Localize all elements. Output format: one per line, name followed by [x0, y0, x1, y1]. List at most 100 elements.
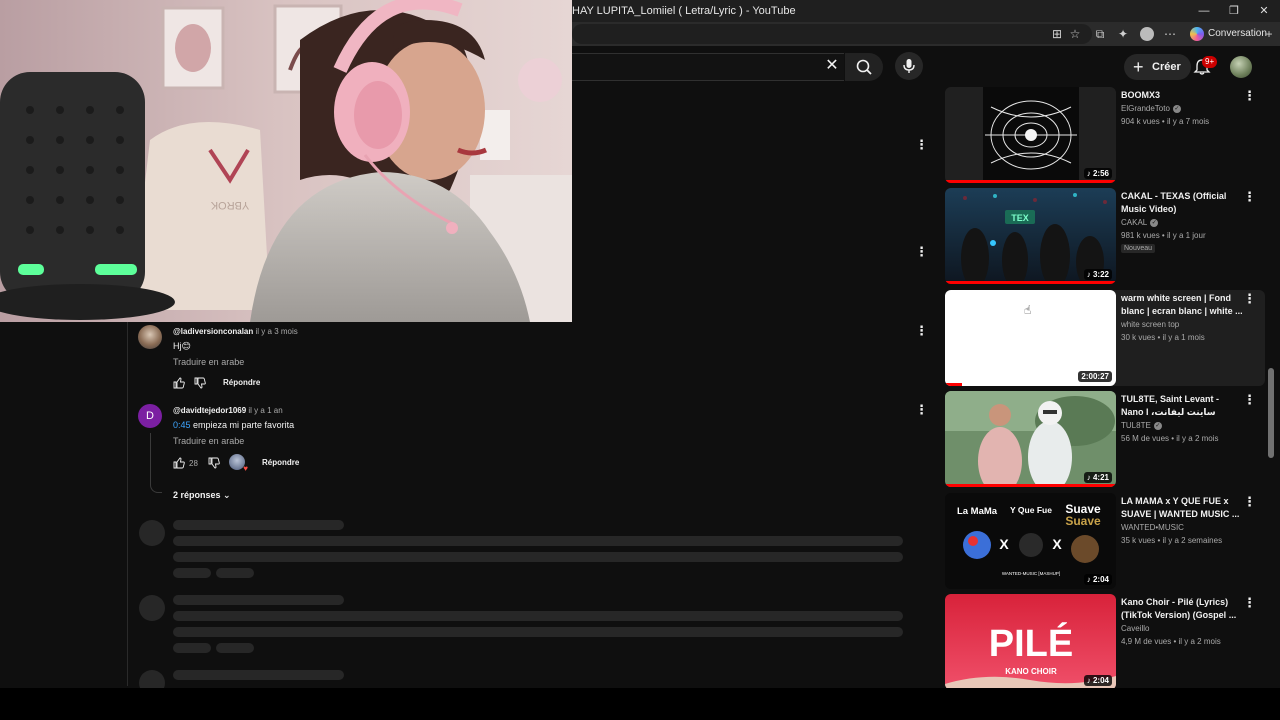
channel-name[interactable]: white screen top: [1121, 320, 1179, 329]
translate-link[interactable]: Traduire en arabe: [173, 436, 244, 446]
translate-link[interactable]: Traduire en arabe: [173, 357, 244, 367]
recommended-video[interactable]: TEX ♪ 3:22 CAKAL - TEXAS (Official Music…: [945, 188, 1265, 284]
address-bar[interactable]: [572, 24, 1092, 44]
reply-button[interactable]: Répondre: [223, 378, 260, 387]
channel-label[interactable]: TUL8TE: [1121, 421, 1151, 430]
video-title[interactable]: BOOMX3: [1121, 89, 1243, 102]
channel-name[interactable]: TUL8TE ✓: [1121, 421, 1162, 430]
comment-avatar[interactable]: D: [138, 404, 162, 428]
thumbs-up-icon[interactable]: [173, 457, 185, 469]
video-thumbnail[interactable]: TEX ♪ 3:22: [945, 188, 1116, 284]
video-thumbnail[interactable]: ♪ 4:21: [945, 391, 1116, 487]
replies-count-label: 2 réponses: [173, 490, 221, 500]
comment-time[interactable]: il y a 1 an: [248, 406, 282, 415]
recommended-video[interactable]: ♪ 2:56 BOOMX3 ElGrandeToto ✓ 904 k vues •…: [945, 87, 1265, 183]
thumbs-up-icon[interactable]: [173, 377, 185, 389]
comment-options-icon[interactable]: ⋮: [915, 138, 928, 152]
comment-options-icon[interactable]: ⋮: [915, 324, 928, 338]
verified-check-icon: ✓: [1150, 218, 1159, 227]
webcam-overlay: YBROK: [0, 0, 572, 322]
comment-handle[interactable]: @ladiversionconalan: [173, 327, 253, 336]
browser-profile-icon[interactable]: [1140, 27, 1154, 41]
comment-options-icon[interactable]: ⋮: [915, 403, 928, 417]
search-input[interactable]: [572, 53, 844, 81]
conversation-label: Conversation: [1208, 28, 1267, 39]
close-window-icon[interactable]: ✕: [1256, 3, 1272, 19]
recommended-video[interactable]: ♪ 4:21 TUL8TE, Saint Levant - Nano I ساي…: [945, 391, 1265, 487]
video-thumbnail[interactable]: 2:00:27 ☝: [945, 290, 1116, 386]
recommended-video[interactable]: 2:00:27 ☝ warm white screen | Fond blanc…: [945, 290, 1265, 386]
search-button[interactable]: [845, 53, 883, 81]
comment-timestamp-link[interactable]: 0:45: [173, 420, 191, 430]
video-title[interactable]: Kano Choir - Pilé (Lyrics) (TikTok Versi…: [1121, 596, 1243, 622]
extensions-icon[interactable]: ⧉: [1093, 27, 1107, 41]
thumbs-down-icon[interactable]: [208, 457, 220, 469]
skeleton-line: [216, 643, 254, 653]
page-scrollbar[interactable]: [1268, 368, 1274, 458]
search-icon: [856, 59, 872, 75]
replies-thread-line: [150, 433, 162, 493]
create-button[interactable]: + Créer: [1124, 54, 1191, 80]
chevron-down-icon: ⌄: [223, 490, 231, 500]
show-replies-button[interactable]: 2 réponses ⌄: [173, 490, 231, 501]
video-options-icon[interactable]: ⋮: [1243, 495, 1256, 509]
notification-count-badge: 9+: [1202, 56, 1218, 68]
video-meta: 56 M de vues • il y a 2 mois: [1121, 434, 1219, 443]
voice-search-button[interactable]: [895, 52, 923, 80]
comment-author[interactable]: @davidtejedor1069 il y a 1 an: [173, 406, 283, 415]
creator-heart-avatar: ♥: [229, 454, 248, 473]
comment-handle[interactable]: @davidtejedor1069: [173, 406, 246, 415]
app-available-icon[interactable]: ⊞: [1050, 27, 1064, 41]
plus-icon: +: [1133, 57, 1144, 77]
video-thumbnail[interactable]: La MaMa Y Que Fue Suave Suave X X WANTED…: [945, 493, 1116, 589]
channel-name[interactable]: ElGrandeToto ✓: [1121, 104, 1181, 113]
video-title[interactable]: CAKAL - TEXAS (Official Music Video): [1121, 190, 1243, 216]
video-thumbnail[interactable]: ♪ 2:56: [945, 87, 1116, 183]
comment-time[interactable]: il y a 3 mois: [256, 327, 298, 336]
recommended-video[interactable]: PILÉ KANO CHOIR ♪ 2:04 Kano Choir - Pilé…: [945, 594, 1265, 688]
video-options-icon[interactable]: ⋮: [1243, 89, 1256, 103]
thumbnail-art: PILÉ KANO CHOIR: [945, 594, 1116, 688]
comment-options-icon[interactable]: ⋮: [915, 245, 928, 259]
video-options-icon[interactable]: ⋮: [1243, 190, 1256, 204]
restore-icon[interactable]: ❐: [1226, 3, 1242, 19]
sidebar-expand-icon[interactable]: +: [1262, 27, 1276, 41]
watch-progress-bar: [945, 383, 963, 386]
video-title[interactable]: LA MAMA x Y QUE FUE x SUAVE | WANTED MUS…: [1121, 495, 1243, 521]
video-title[interactable]: warm white screen | Fond blanc | ecran b…: [1121, 292, 1243, 318]
collections-icon[interactable]: ✦: [1116, 27, 1130, 41]
thumb-label-right-gold: Suave: [1065, 514, 1101, 528]
comment-author[interactable]: @ladiversionconalan il y a 3 mois: [173, 327, 298, 336]
channel-label[interactable]: ElGrandeToto: [1121, 104, 1170, 113]
video-options-icon[interactable]: ⋮: [1243, 393, 1256, 407]
reply-button[interactable]: Répondre: [262, 458, 299, 467]
video-thumbnail[interactable]: PILÉ KANO CHOIR ♪ 2:04: [945, 594, 1116, 688]
favorite-star-icon[interactable]: ☆: [1068, 27, 1082, 41]
recommended-video[interactable]: La MaMa Y Que Fue Suave Suave X X WANTED…: [945, 493, 1265, 589]
video-duration: 2:00:27: [1078, 371, 1112, 382]
channel-name[interactable]: WANTED•MUSIC: [1121, 523, 1184, 532]
clear-search-icon[interactable]: ✕: [823, 57, 841, 75]
comment-avatar[interactable]: [138, 325, 162, 349]
video-meta: 35 k vues • il y a 2 semaines: [1121, 536, 1223, 545]
thumb-x-left: X: [999, 536, 1009, 552]
skeleton-line: [173, 595, 344, 605]
video-options-icon[interactable]: ⋮: [1243, 292, 1256, 306]
skeleton-line: [173, 536, 903, 546]
channel-label[interactable]: CAKAL: [1121, 218, 1147, 227]
thumb-subtitle: KANO CHOIR: [1005, 667, 1057, 676]
video-title[interactable]: TUL8TE, Saint Levant - Nano I ساينت ليفا…: [1121, 393, 1243, 419]
comment-body: empieza mi parte favorita: [190, 420, 295, 430]
chair-logo-text: YBROK: [210, 199, 249, 211]
channel-name[interactable]: Caveillo: [1121, 624, 1149, 633]
video-duration: ♪ 2:56: [1083, 168, 1112, 179]
neon-sign-text: TEX: [1011, 213, 1029, 223]
minimize-icon[interactable]: —: [1196, 3, 1212, 19]
skeleton-line: [173, 520, 344, 530]
video-options-icon[interactable]: ⋮: [1243, 596, 1256, 610]
account-avatar[interactable]: [1230, 56, 1252, 78]
thumbs-down-icon[interactable]: [194, 377, 206, 389]
copilot-icon: [1190, 27, 1204, 41]
more-menu-icon[interactable]: ⋯: [1163, 27, 1177, 41]
channel-name[interactable]: CAKAL ✓: [1121, 218, 1159, 227]
